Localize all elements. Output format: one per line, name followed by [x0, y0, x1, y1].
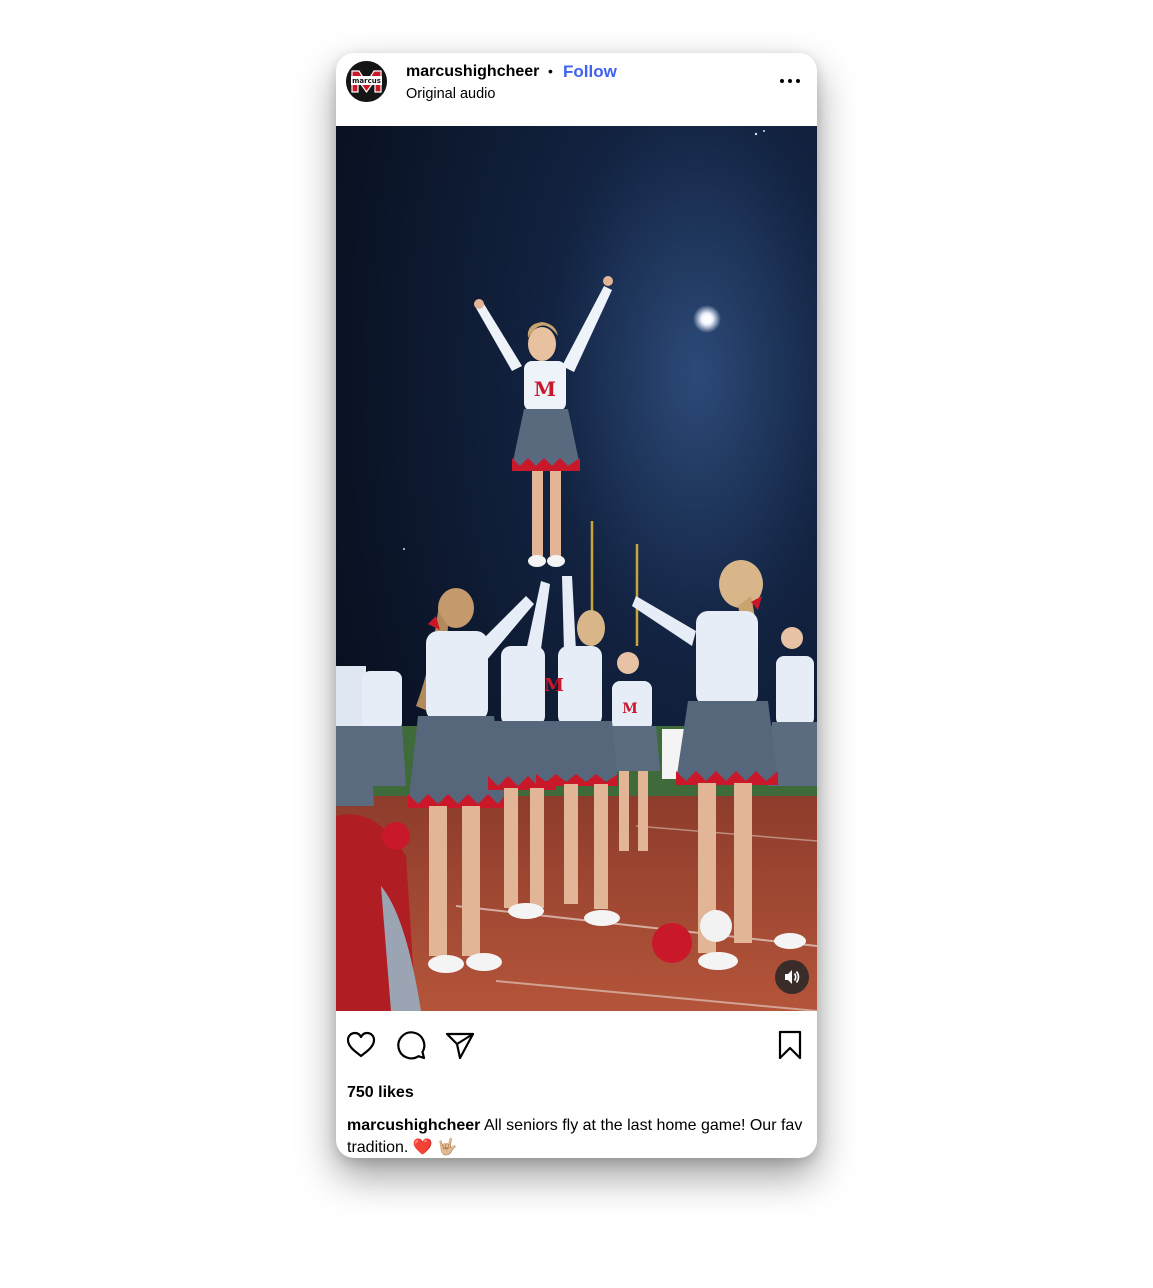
post-header: marcus marcushighcheer • Follow Original…: [336, 53, 817, 126]
like-count[interactable]: 750 likes: [347, 1084, 414, 1102]
svg-text:M: M: [622, 701, 638, 717]
comment-icon[interactable]: [394, 1028, 428, 1062]
caption-username[interactable]: marcushighcheer: [347, 1117, 480, 1134]
speaker-icon[interactable]: [775, 960, 809, 994]
post-video[interactable]: M M M: [336, 126, 817, 1011]
action-bar: [336, 1028, 817, 1068]
username[interactable]: marcushighcheer: [406, 63, 539, 81]
share-icon[interactable]: [443, 1028, 477, 1062]
avatar-logo-text: marcus: [352, 77, 381, 85]
post-caption: marcushighcheer All seniors fly at the l…: [347, 1115, 811, 1158]
audio-label[interactable]: Original audio: [406, 86, 495, 102]
separator-dot: •: [548, 63, 553, 79]
avatar[interactable]: marcus: [346, 61, 387, 102]
post-card: marcus marcushighcheer • Follow Original…: [336, 53, 817, 1158]
caption-emoji: ❤️ 🤟🏼: [412, 1139, 458, 1156]
svg-text:M: M: [534, 377, 556, 401]
bookmark-icon[interactable]: [773, 1028, 807, 1062]
follow-button[interactable]: Follow: [563, 62, 617, 82]
heart-icon[interactable]: [344, 1028, 378, 1062]
svg-text:M: M: [544, 675, 564, 696]
more-options-icon[interactable]: [776, 70, 804, 92]
